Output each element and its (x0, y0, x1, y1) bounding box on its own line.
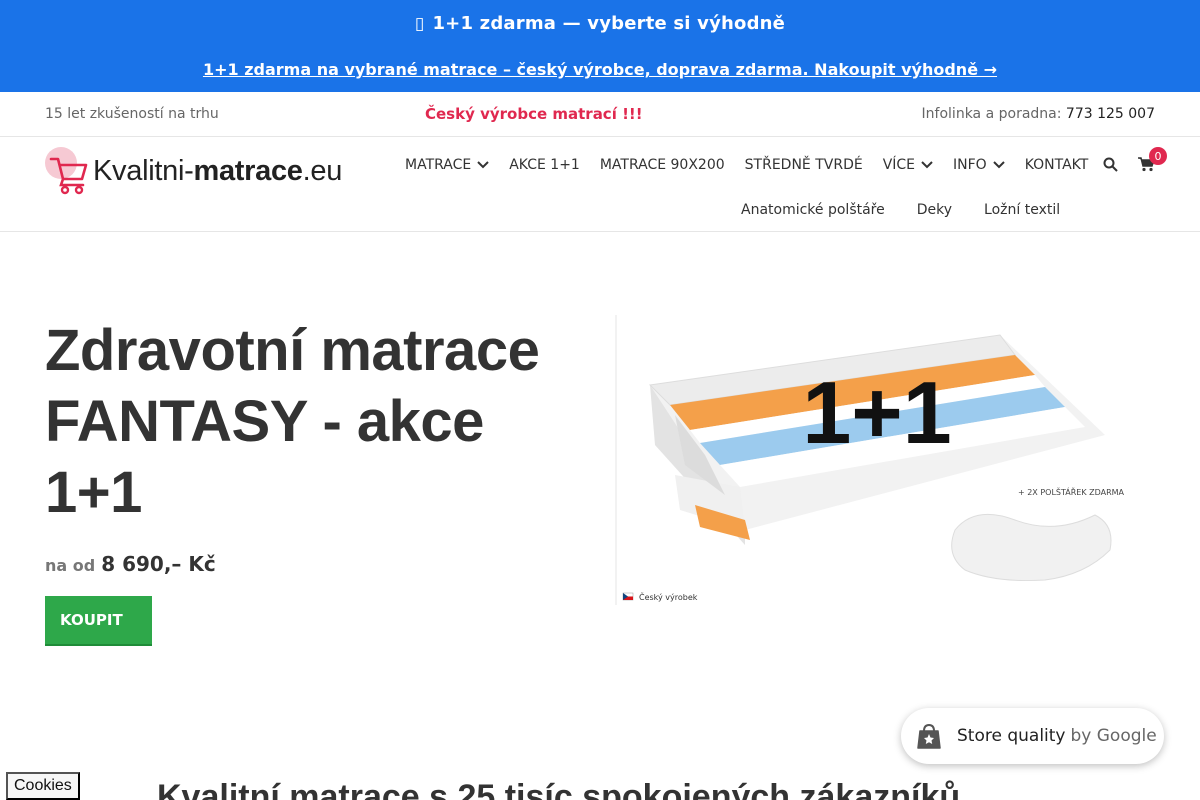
sub-nav: Anatomické polštáře Deky Ložní textil (741, 202, 1092, 218)
price-value: 8 690,– Kč (101, 552, 216, 576)
nav-item-akce[interactable]: AKCE 1+1 (509, 157, 580, 173)
chevron-down-icon (477, 161, 489, 169)
site-header: Kvalitni-matrace.eu MATRACE AKCE 1+1 MAT… (0, 137, 1200, 232)
product-note: + 2X POLŠTÁŘEK ZDARMA (1018, 486, 1125, 497)
product-origin: Český výrobek (639, 591, 698, 602)
nav-item-matrace-90x200[interactable]: MATRACE 90X200 (600, 157, 725, 173)
promo-banner-top: ▯ 1+1 zdarma — vyberte si výhodně (0, 0, 1200, 47)
buy-button[interactable]: KOUPIT (45, 596, 152, 646)
experience-text: 15 let zkušeností na trhu (45, 106, 219, 122)
product-badge: 1+1 (802, 363, 951, 462)
promo-link-bar[interactable]: 1+1 zdarma na vybrané matrace – český vý… (0, 47, 1200, 92)
promo-top-text: 1+1 zdarma — vyberte si výhodně (432, 13, 786, 34)
cart-button[interactable]: 0 (1138, 147, 1167, 176)
nav-item-vice[interactable]: VÍCE (883, 157, 933, 173)
shopping-bag-icon (917, 723, 941, 749)
logo-text: Kvalitni-matrace.eu (93, 154, 343, 187)
hero-title: Zdravotní matrace FANTASY - akce 1+1 (45, 318, 540, 525)
search-icon[interactable] (1103, 157, 1118, 176)
info-bar: 15 let zkušeností na trhu Český výrobce … (0, 92, 1200, 137)
hotline-label: Infolinka a poradna: (921, 106, 1062, 122)
subnav-item-deky[interactable]: Deky (917, 202, 952, 218)
nav-item-info[interactable]: INFO (953, 157, 1005, 173)
nav-item-stredne-tvrde[interactable]: STŘEDNĚ TVRDÉ (745, 157, 863, 173)
subnav-item-polstare[interactable]: Anatomické polštáře (741, 202, 885, 218)
gift-icon: ▯ (414, 13, 425, 34)
hero-price: na od 8 690,– Kč (45, 552, 216, 576)
hotline-phone-link[interactable]: 773 125 007 (1066, 106, 1155, 122)
price-label: na od (45, 556, 96, 575)
chevron-down-icon (993, 161, 1005, 169)
store-quality-by: by Google (1070, 726, 1157, 746)
logo-cart-icon (45, 147, 93, 195)
main-nav: MATRACE AKCE 1+1 MATRACE 90X200 STŘEDNĚ … (395, 157, 1098, 173)
nav-item-kontakt[interactable]: KONTAKT (1025, 157, 1089, 173)
nav-item-matrace[interactable]: MATRACE (405, 157, 489, 173)
store-quality-label: Store quality (957, 726, 1066, 746)
store-quality-badge[interactable]: Store quality by Google (901, 708, 1164, 764)
site-logo[interactable]: Kvalitni-matrace.eu (45, 147, 342, 195)
section-title: Kvalitní matrace s 25 tisíc spokojených … (157, 778, 961, 800)
chevron-down-icon (921, 161, 933, 169)
czech-maker-text: Český výrobce matrací !!! (425, 105, 643, 123)
header-icons: 0 (1103, 147, 1167, 176)
product-image[interactable]: 1+1 + 2X POLŠTÁŘEK ZDARMA Český výrobek (615, 315, 1135, 605)
cookies-button[interactable]: Cookies (6, 772, 80, 800)
cart-count-badge: 0 (1149, 147, 1167, 165)
hotline: Infolinka a poradna: 773 125 007 (922, 106, 1155, 122)
subnav-item-lozni-textil[interactable]: Ložní textil (984, 202, 1060, 218)
